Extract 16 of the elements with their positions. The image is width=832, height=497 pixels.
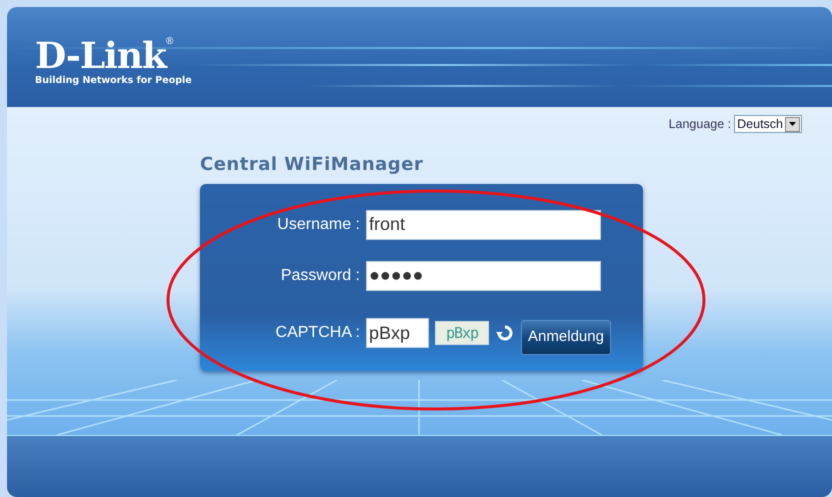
login-button[interactable]: Anmeldung <box>521 320 611 355</box>
captcha-image: pBxp <box>435 321 489 346</box>
field-label: Password : <box>280 266 361 286</box>
input-field[interactable]: front <box>366 210 601 240</box>
dropdown-icon <box>785 116 800 132</box>
logo: D-Link <box>35 37 166 75</box>
tagline: Building Networks for People <box>35 75 192 87</box>
language-label: Language : <box>668 116 732 133</box>
refresh-icon[interactable] <box>496 324 514 342</box>
language-select[interactable]: Deutsch <box>734 115 802 134</box>
input-field[interactable]: ●●●●● <box>366 260 601 291</box>
registered-mark: ® <box>166 37 174 47</box>
app-title: Central WiFiManager <box>200 154 424 176</box>
input-field[interactable]: pBxp <box>366 318 429 348</box>
field-label: CAPTCHA : <box>274 323 361 344</box>
field-label: Username : <box>276 214 361 235</box>
